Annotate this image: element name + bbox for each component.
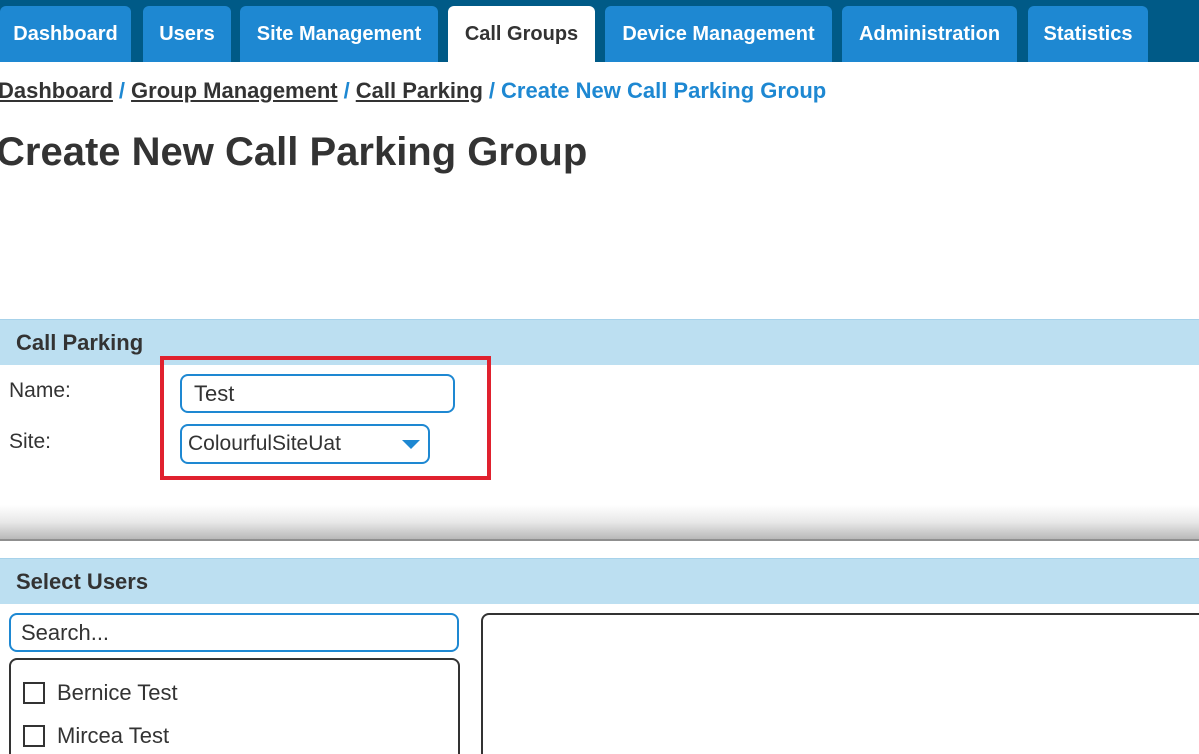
name-label: Name:: [9, 379, 71, 402]
list-item[interactable]: Bernice Test: [23, 678, 178, 708]
tab-administration[interactable]: Administration: [842, 6, 1017, 62]
tab-statistics[interactable]: Statistics: [1028, 6, 1148, 62]
chevron-down-icon: [402, 440, 420, 449]
call-parking-section-header: Call Parking: [0, 319, 1199, 365]
site-label: Site:: [9, 430, 52, 453]
selected-users-pane[interactable]: [481, 613, 1199, 754]
available-users-list[interactable]: Bernice Test Mircea Test: [9, 658, 460, 754]
top-navigation: Dashboard Users Site Management Call Gro…: [0, 0, 1199, 62]
user-name: Mircea Test: [57, 723, 170, 748]
tab-call-groups[interactable]: Call Groups: [448, 6, 595, 62]
site-select-value: ColourfulSiteUat: [188, 432, 341, 455]
breadcrumb-current: Create New Call Parking Group: [501, 78, 827, 103]
tab-users[interactable]: Users: [143, 6, 231, 62]
breadcrumb-link-dashboard[interactable]: Dashboard: [0, 78, 113, 103]
breadcrumb-separator: /: [488, 78, 496, 103]
breadcrumb: Dashboard / Group Management / Call Parking /…: [0, 78, 826, 108]
checkbox-icon[interactable]: [23, 682, 45, 704]
list-item[interactable]: Mircea Test: [23, 721, 169, 751]
select-users-section-header: Select Users: [0, 558, 1199, 604]
breadcrumb-link-call-parking[interactable]: Call Parking: [356, 78, 483, 103]
breadcrumb-separator: /: [118, 78, 126, 103]
site-select[interactable]: ColourfulSiteUat: [180, 424, 430, 464]
page-title: Create New Call Parking Group: [0, 130, 588, 174]
user-name: Bernice Test: [57, 680, 178, 705]
tab-dashboard[interactable]: Dashboard: [0, 6, 131, 62]
checkbox-icon[interactable]: [23, 725, 45, 747]
section-divider-bar: [0, 505, 1199, 541]
tab-device-management[interactable]: Device Management: [605, 6, 832, 62]
user-search-input[interactable]: [9, 613, 459, 652]
breadcrumb-separator: /: [343, 78, 350, 103]
tab-site-management[interactable]: Site Management: [240, 6, 438, 62]
breadcrumb-link-group-management[interactable]: Group Management: [131, 78, 338, 103]
name-input[interactable]: [180, 374, 455, 413]
